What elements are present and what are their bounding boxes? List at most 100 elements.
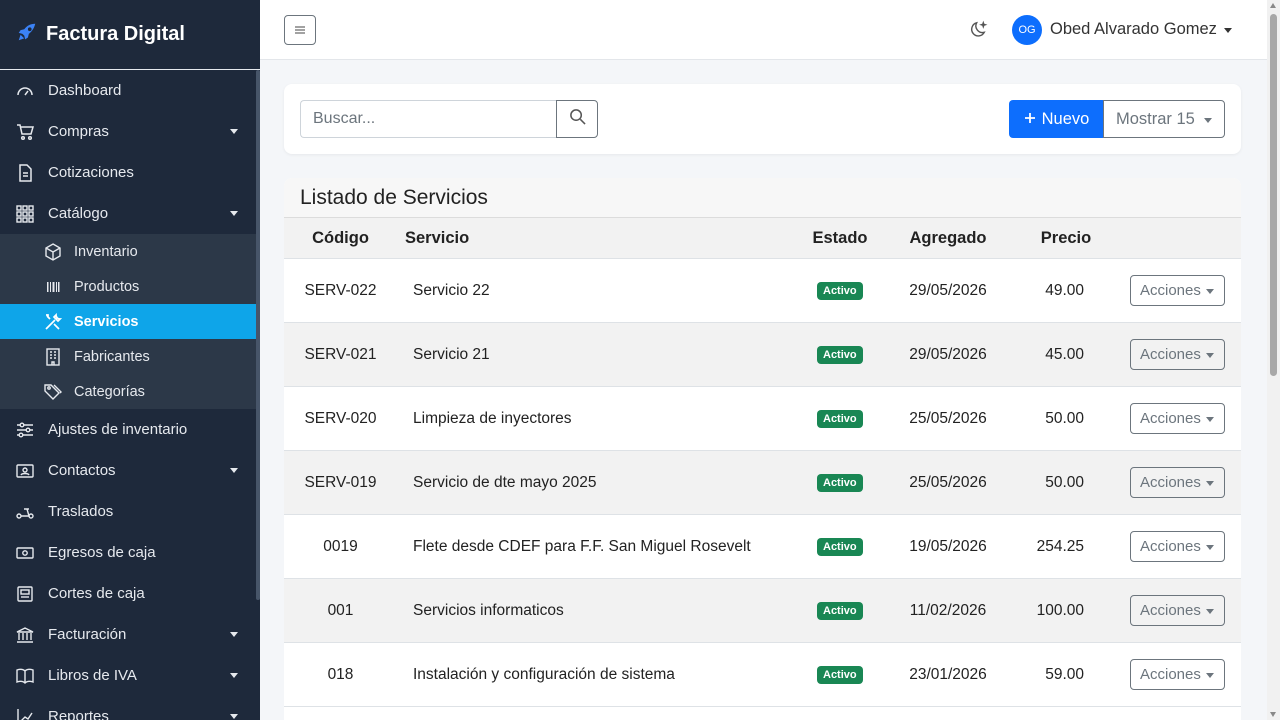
brand[interactable]: Factura Digital xyxy=(0,0,260,70)
table-row: SERV-022 Servicio 22 Activo 29/05/2026 4… xyxy=(284,259,1241,323)
sidebar-item-label: Facturación xyxy=(48,626,127,643)
actions-label: Acciones xyxy=(1140,282,1201,299)
table-row: SERV-019 Servicio de dte mayo 2025 Activ… xyxy=(284,451,1241,515)
barcode-icon xyxy=(44,278,62,296)
building-icon xyxy=(44,347,62,366)
chevron-down-icon xyxy=(1204,118,1212,123)
sidebar-item-cortes-caja[interactable]: Cortes de caja xyxy=(0,573,256,614)
chevron-down-icon[interactable] xyxy=(1224,28,1232,33)
new-service-label: Nuevo xyxy=(1041,109,1090,128)
document-icon xyxy=(16,163,34,182)
column-header-codigo: Código xyxy=(312,229,369,247)
sidebar-item-traslados[interactable]: Traslados xyxy=(0,491,256,532)
menu-toggle-button[interactable] xyxy=(284,15,316,45)
sliders-icon xyxy=(16,421,34,439)
cell-precio: 50.00 xyxy=(1045,410,1084,427)
column-header-agregado: Agregado xyxy=(909,229,987,247)
chevron-down-icon xyxy=(1206,673,1214,678)
register-icon xyxy=(16,585,34,603)
cell-codigo: 018 xyxy=(327,666,354,683)
chevron-down-icon xyxy=(230,673,238,678)
sidebar-item-libros-iva[interactable]: Libros de IVA xyxy=(0,655,256,696)
chevron-down-icon xyxy=(1206,353,1214,358)
list-title: Listado de Servicios xyxy=(284,178,1241,218)
chevron-down-icon xyxy=(230,632,238,637)
sidebar-item-label: Contactos xyxy=(48,462,116,479)
chevron-down-icon xyxy=(1206,545,1214,550)
actions-dropdown[interactable]: Acciones xyxy=(1130,595,1225,626)
grid-icon xyxy=(16,204,34,223)
actions-label: Acciones xyxy=(1140,666,1201,683)
theme-toggle-icon[interactable] xyxy=(970,20,989,44)
scroll-up-icon[interactable] xyxy=(1270,3,1276,8)
column-header-estado: Estado xyxy=(812,229,868,247)
chevron-down-icon xyxy=(1206,481,1214,486)
actions-dropdown[interactable]: Acciones xyxy=(1130,659,1225,690)
sidebar-item-cotizaciones[interactable]: Cotizaciones xyxy=(0,152,256,193)
cell-codigo: SERV-020 xyxy=(304,410,377,427)
cell-precio: 50.00 xyxy=(1045,474,1084,491)
sidebar-menu: Dashboard Compras Cotizaciones Catálogo … xyxy=(0,70,256,720)
search-button[interactable] xyxy=(556,100,598,138)
sidebar-item-productos[interactable]: Productos xyxy=(0,269,256,304)
actions-label: Acciones xyxy=(1140,346,1201,363)
actions-dropdown[interactable]: Acciones xyxy=(1130,467,1225,498)
sidebar-item-compras[interactable]: Compras xyxy=(0,111,256,152)
table-row: SERV-020 Limpieza de inyectores Activo 2… xyxy=(284,387,1241,451)
sidebar-item-label: Categorías xyxy=(74,383,145,400)
sidebar-item-categorias[interactable]: Categorías xyxy=(0,374,256,409)
sidebar-item-reportes[interactable]: Reportes xyxy=(0,696,256,720)
cell-precio: 254.25 xyxy=(1036,538,1084,555)
sidebar-item-contactos[interactable]: Contactos xyxy=(0,450,256,491)
search-input[interactable] xyxy=(300,100,557,138)
status-badge: Activo xyxy=(817,602,863,620)
sidebar-item-egresos-caja[interactable]: Egresos de caja xyxy=(0,532,256,573)
cell-codigo: SERV-021 xyxy=(304,346,377,363)
sidebar-item-label: Cotizaciones xyxy=(48,164,134,181)
user-menu-name[interactable]: Obed Alvarado Gomez xyxy=(1050,20,1217,39)
sidebar-item-catalogo[interactable]: Catálogo xyxy=(0,193,256,234)
page-size-dropdown[interactable]: Mostrar 15 xyxy=(1103,100,1225,138)
column-header-precio: Precio xyxy=(1040,229,1092,247)
sidebar-item-fabricantes[interactable]: Fabricantes xyxy=(0,339,256,374)
scroll-down-icon[interactable] xyxy=(1270,712,1276,717)
cell-precio: 49.00 xyxy=(1045,282,1084,299)
actions-dropdown[interactable]: Acciones xyxy=(1130,275,1225,306)
actions-dropdown[interactable]: Acciones xyxy=(1130,403,1225,434)
sidebar-item-servicios[interactable]: Servicios xyxy=(0,304,256,339)
sidebar-item-label: Compras xyxy=(48,123,109,140)
chevron-down-icon xyxy=(1206,417,1214,422)
sidebar-item-label: Catálogo xyxy=(48,205,109,222)
page-size-label: Mostrar 15 xyxy=(1116,109,1195,128)
actions-dropdown[interactable]: Acciones xyxy=(1130,339,1225,370)
actions-dropdown[interactable]: Acciones xyxy=(1130,531,1225,562)
sidebar-item-inventario[interactable]: Inventario xyxy=(0,234,256,269)
sidebar-item-facturacion[interactable]: Facturación xyxy=(0,614,256,655)
table-row: 001 Servicios informaticos Activo 11/02/… xyxy=(284,579,1241,643)
sidebar-item-label: Servicios xyxy=(74,313,139,330)
cell-servicio: Instalación y configuración de sistema xyxy=(413,666,675,683)
catalog-submenu: Inventario Productos Servicios Fabricant… xyxy=(0,234,256,409)
services-list-card: Listado de Servicios Código Servicio Est… xyxy=(284,178,1241,720)
tags-icon xyxy=(44,383,62,401)
cash-icon xyxy=(16,544,34,562)
sidebar-item-label: Productos xyxy=(74,278,140,295)
sidebar-scrollbar[interactable] xyxy=(256,70,260,600)
cell-servicio: Servicio 22 xyxy=(413,282,490,299)
search-card: Nuevo Mostrar 15 xyxy=(284,84,1241,154)
plus-icon xyxy=(1024,110,1036,129)
sidebar-item-dashboard[interactable]: Dashboard xyxy=(0,70,256,111)
table-row: SERV-021 Servicio 21 Activo 29/05/2026 4… xyxy=(284,323,1241,387)
sidebar-item-label: Fabricantes xyxy=(74,348,150,365)
sidebar-item-ajustes-inventario[interactable]: Ajustes de inventario xyxy=(0,409,256,450)
sidebar-item-label: Egresos de caja xyxy=(48,544,156,561)
cell-servicio: Limpieza de inyectores xyxy=(413,410,572,427)
new-service-button[interactable]: Nuevo xyxy=(1009,100,1104,138)
page-scrollbar[interactable] xyxy=(1267,0,1280,720)
status-badge: Activo xyxy=(817,282,863,300)
scrollbar-thumb[interactable] xyxy=(1270,14,1277,376)
chevron-down-icon xyxy=(230,714,238,719)
topbar: OG Obed Alvarado Gomez xyxy=(260,0,1267,60)
cell-codigo: 001 xyxy=(327,602,354,619)
avatar[interactable]: OG xyxy=(1012,15,1042,45)
